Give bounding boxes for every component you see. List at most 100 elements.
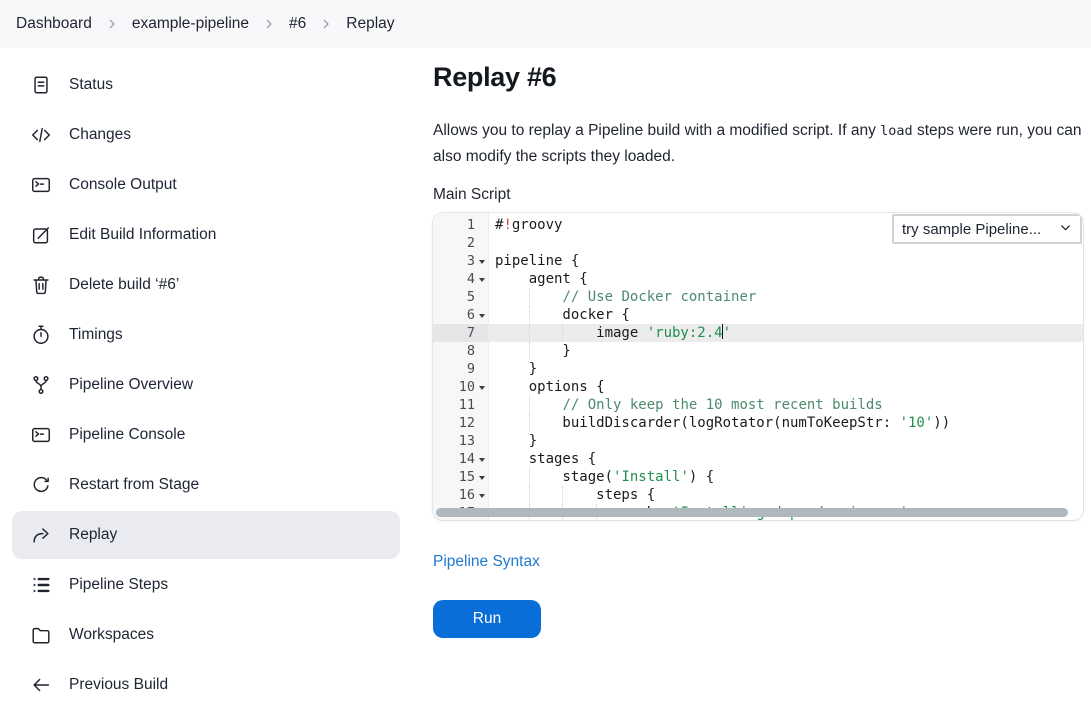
code-line-6[interactable]: docker { — [489, 306, 1083, 324]
sidebar-item-label: Pipeline Overview — [69, 376, 193, 394]
sidebar-item-label: Pipeline Console — [69, 426, 185, 444]
breadcrumb: Dashboard example-pipeline #6 Replay — [16, 15, 395, 33]
gutter-line-15[interactable]: 15 — [433, 468, 488, 486]
code-line-8[interactable]: } — [489, 342, 1083, 360]
horizontal-scrollbar[interactable] — [436, 508, 1068, 517]
gutter-line-11: 11 — [433, 396, 488, 414]
gutter-line-6[interactable]: 6 — [433, 306, 488, 324]
breadcrumb-item-dashboard[interactable]: Dashboard — [16, 15, 92, 33]
sidebar-item-pipeline-console[interactable]: Pipeline Console — [12, 411, 400, 459]
code-line-13[interactable]: } — [489, 432, 1083, 450]
indent-guide — [529, 288, 530, 306]
inline-code: load — [880, 123, 913, 139]
code-icon — [30, 124, 52, 146]
sidebar-item-restart-from-stage[interactable]: Restart from Stage — [12, 461, 400, 509]
sidebar-item-replay[interactable]: Replay — [12, 511, 400, 559]
folder-icon — [30, 624, 52, 646]
sidebar-item-delete-build[interactable]: Delete build ‘#6’ — [12, 261, 400, 309]
fold-caret-icon[interactable] — [475, 486, 488, 504]
sidebar-item-workspaces[interactable]: Workspaces — [12, 611, 400, 659]
breadcrumb-item-replay[interactable]: Replay — [346, 15, 394, 33]
indent-guide — [529, 396, 530, 414]
gutter-line-8: 8 — [433, 342, 488, 360]
fold-caret-icon[interactable] — [475, 252, 488, 270]
gutter-line-10[interactable]: 10 — [433, 378, 488, 396]
page-title: Replay #6 — [433, 62, 1083, 93]
fold-caret-icon[interactable] — [475, 468, 488, 486]
sidebar-item-status[interactable]: Status — [12, 61, 400, 109]
chevron-right-icon — [104, 16, 120, 32]
sidebar-item-label: Previous Build — [69, 676, 168, 694]
sidebar-item-label: Timings — [69, 326, 123, 344]
terminal-icon — [30, 424, 52, 446]
run-button[interactable]: Run — [433, 600, 541, 638]
gutter-line-16[interactable]: 16 — [433, 486, 488, 504]
chevron-down-icon — [1058, 220, 1073, 239]
fold-caret-icon[interactable] — [475, 450, 488, 468]
sidebar-item-pipeline-steps[interactable]: Pipeline Steps — [12, 561, 400, 609]
gutter-line-7: 7 — [433, 324, 488, 342]
arrow-left-icon — [30, 674, 52, 696]
sample-pipeline-select[interactable]: try sample Pipeline... — [892, 214, 1082, 244]
sample-pipeline-select-label: try sample Pipeline... — [902, 221, 1041, 238]
steps-icon — [30, 574, 52, 596]
breadcrumb-item-example-pipeline[interactable]: example-pipeline — [132, 15, 249, 33]
gutter-line-14[interactable]: 14 — [433, 450, 488, 468]
breadcrumb-item-6[interactable]: #6 — [289, 15, 306, 33]
main-content: Replay #6 Allows you to replay a Pipelin… — [412, 48, 1091, 708]
sidebar-item-previous-build[interactable]: Previous Build — [12, 661, 400, 708]
gutter-line-2: 2 — [433, 234, 488, 252]
terminal-icon — [30, 174, 52, 196]
code-line-3[interactable]: pipeline { — [489, 252, 1083, 270]
chevron-right-icon — [318, 16, 334, 32]
script-editor[interactable]: 1234567891011121314151617 #!groovypipeli… — [433, 213, 1083, 520]
indent-guide — [529, 324, 530, 342]
code-lines[interactable]: #!groovypipeline { agent { // Use Docker… — [489, 213, 1083, 520]
fold-caret-icon[interactable] — [475, 270, 488, 288]
indent-guide — [529, 306, 530, 324]
gutter-line-1: 1 — [433, 216, 488, 234]
pipeline-syntax-link[interactable]: Pipeline Syntax — [433, 553, 540, 571]
sidebar-item-edit-build-information[interactable]: Edit Build Information — [12, 211, 400, 259]
sidebar: Status Changes Console Output Edit Build In… — [0, 48, 412, 708]
code-line-4[interactable]: agent { — [489, 270, 1083, 288]
sidebar-item-label: Delete build ‘#6’ — [69, 276, 179, 294]
indent-guide — [562, 486, 563, 504]
code-line-14[interactable]: stages { — [489, 450, 1083, 468]
code-line-11[interactable]: // Only keep the 10 most recent builds — [489, 396, 1083, 414]
editor-gutter: 1234567891011121314151617 — [433, 213, 489, 520]
sidebar-item-label: Changes — [69, 126, 131, 144]
code-line-10[interactable]: options { — [489, 378, 1083, 396]
sidebar-item-pipeline-overview[interactable]: Pipeline Overview — [12, 361, 400, 409]
gutter-line-5: 5 — [433, 288, 488, 306]
fold-caret-icon[interactable] — [475, 378, 488, 396]
sidebar-item-timings[interactable]: Timings — [12, 311, 400, 359]
sidebar-item-label: Status — [69, 76, 113, 94]
trash-icon — [30, 274, 52, 296]
indent-guide — [529, 486, 530, 504]
code-line-12[interactable]: buildDiscarder(logRotator(numToKeepStr: … — [489, 414, 1083, 432]
replay-icon — [30, 524, 52, 546]
gutter-line-4[interactable]: 4 — [433, 270, 488, 288]
indent-guide — [529, 468, 530, 486]
sidebar-item-console-output[interactable]: Console Output — [12, 161, 400, 209]
code-line-7[interactable]: image 'ruby:2.4' — [489, 324, 1083, 342]
code-line-9[interactable]: } — [489, 360, 1083, 378]
gutter-line-3[interactable]: 3 — [433, 252, 488, 270]
indent-guide — [529, 342, 530, 360]
code-line-5[interactable]: // Use Docker container — [489, 288, 1083, 306]
code-line-15[interactable]: stage('Install') { — [489, 468, 1083, 486]
sidebar-item-changes[interactable]: Changes — [12, 111, 400, 159]
document-icon — [30, 74, 52, 96]
gutter-line-12: 12 — [433, 414, 488, 432]
indent-guide — [529, 414, 530, 432]
branch-icon — [30, 374, 52, 396]
gutter-line-13: 13 — [433, 432, 488, 450]
code-line-16[interactable]: steps { — [489, 486, 1083, 504]
indent-guide — [562, 324, 563, 342]
fold-caret-icon[interactable] — [475, 306, 488, 324]
sidebar-item-label: Console Output — [69, 176, 177, 194]
top-bar: Dashboard example-pipeline #6 Replay — [0, 0, 1091, 48]
restart-icon — [30, 474, 52, 496]
stopwatch-icon — [30, 324, 52, 346]
